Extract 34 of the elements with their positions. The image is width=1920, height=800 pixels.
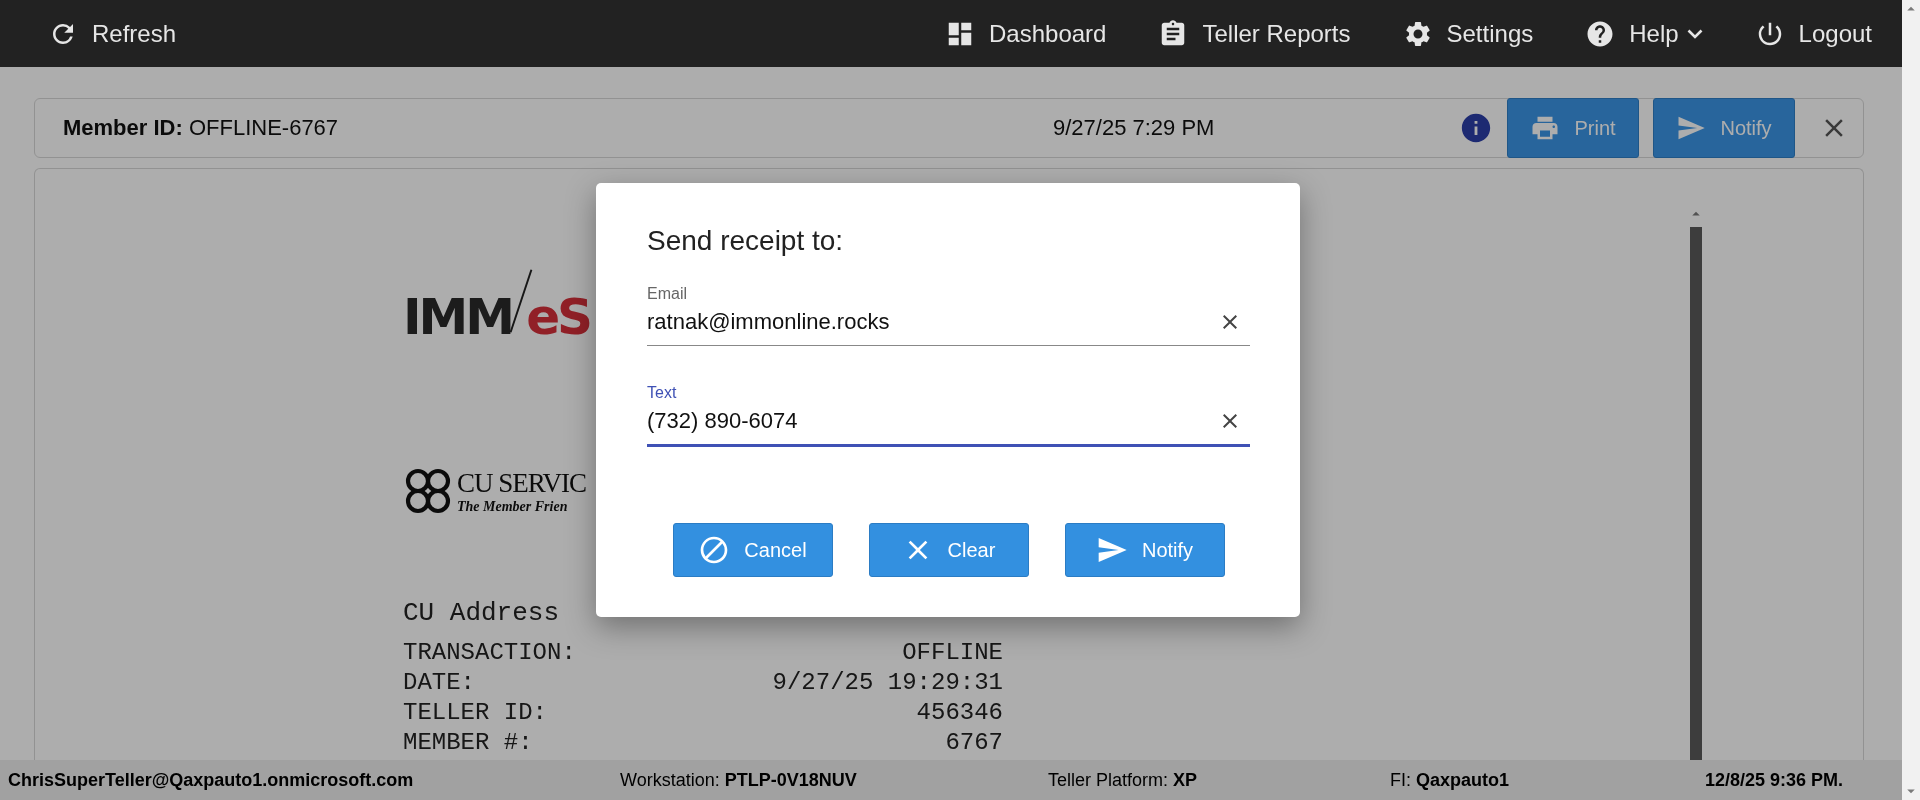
chevron-down-icon: [1686, 28, 1703, 39]
nav-link[interactable]: Teller Reports: [1158, 18, 1351, 49]
logo-text: IMM: [403, 288, 513, 346]
refresh-button[interactable]: Refresh: [48, 18, 177, 49]
nav-link[interactable]: Help: [1585, 18, 1703, 49]
logo-text: eS: [526, 288, 591, 346]
field-label: Text: [647, 384, 678, 402]
nav-link[interactable]: Logout: [1754, 18, 1872, 49]
receipt-label: DATE:: [403, 668, 475, 698]
input-field[interactable]: (732) 890-6074: [647, 408, 1218, 434]
info-icon[interactable]: [1459, 111, 1493, 145]
status-item: ChrisSuperTeller@Qaxpauto1.onmicrosoft.com: [8, 769, 415, 791]
status-item: Workstation: PTLP-0V18NUV: [620, 769, 858, 791]
member-id: Member ID: OFFLINE-6767: [63, 115, 340, 141]
input-field[interactable]: ratnak@immonline.rocks: [647, 309, 1218, 335]
swirl-logo-icon: [403, 466, 453, 516]
receipt-label: MEMBER #:: [403, 728, 533, 758]
nav-link[interactable]: Dashboard: [945, 18, 1107, 49]
logo-tagline: The Member Frien: [457, 499, 569, 515]
receipt-datetime: 9/27/25 7:29 PM: [1053, 115, 1216, 141]
logo-text: CU SERVIC: [457, 467, 587, 499]
receipt-label: TELLER ID:: [403, 698, 548, 728]
status-item: 12/8/25 9:36 PM.: [1705, 769, 1844, 791]
receipt-value: OFFLINE: [902, 638, 1003, 668]
nav-link[interactable]: Settings: [1402, 18, 1534, 49]
receipt-label: TRANSACTION:: [403, 638, 576, 668]
dialog-title: Send receipt to:: [647, 225, 845, 257]
status-item: Teller Platform: XP: [1048, 769, 1199, 791]
receipt-value: 6767: [945, 728, 1003, 758]
receipt-value: 456346: [916, 698, 1003, 728]
field-label: Email: [647, 285, 688, 303]
status-item: FI: Qaxpauto1: [1390, 769, 1511, 791]
address-text: CU Address: [403, 598, 561, 628]
receipt-value: 9/27/25 19:29:31: [772, 668, 1003, 698]
